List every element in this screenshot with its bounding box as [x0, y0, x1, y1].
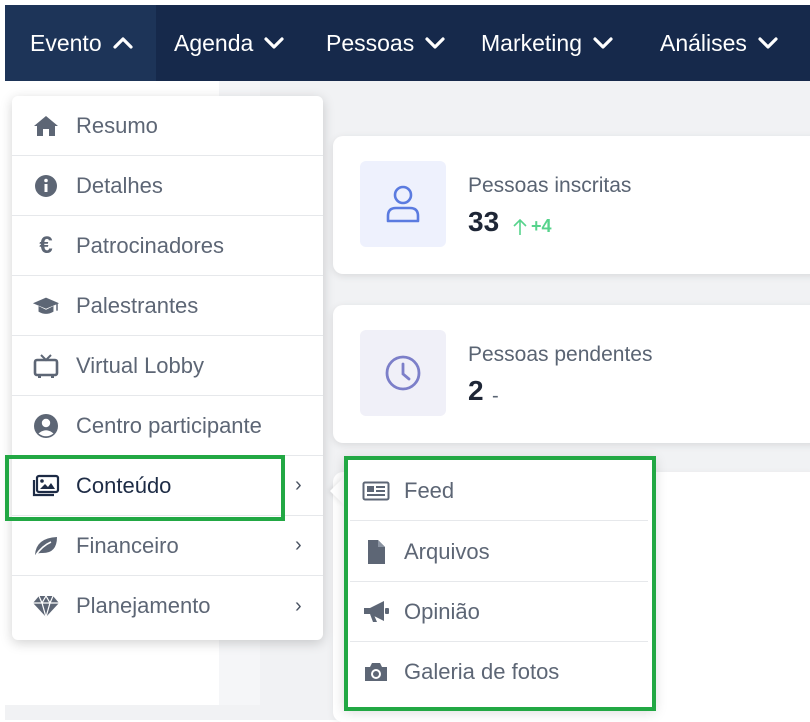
user-circle-icon: [32, 412, 60, 440]
menu-item-label: Centro participante: [76, 412, 262, 438]
nav-item-analises[interactable]: Análises: [660, 5, 779, 81]
nav-item-evento[interactable]: Evento: [5, 5, 156, 81]
menu-item-label: Financeiro: [76, 532, 179, 558]
info-icon: [32, 172, 60, 200]
menu-item-detalhes[interactable]: Detalhes: [12, 156, 323, 216]
chevron-down-icon: [758, 37, 778, 49]
menu-item-resumo[interactable]: Resumo: [12, 96, 323, 156]
stat-value: 33: [468, 206, 500, 237]
stat-icon-box: [360, 161, 446, 247]
chevron-up-icon: [113, 37, 133, 49]
chevron-down-icon: [264, 37, 284, 49]
menu-item-virtual-lobby[interactable]: Virtual Lobby: [12, 336, 323, 396]
stat-value: 2: [468, 375, 484, 406]
menu-item-palestrantes[interactable]: Palestrantes: [12, 276, 323, 336]
submenu-pointer: [330, 477, 344, 505]
stat-label: Pessoas inscritas: [468, 174, 632, 197]
arrow-up-icon: [513, 218, 527, 235]
chevron-down-icon: [593, 37, 613, 49]
home-icon: [32, 112, 60, 140]
stat-delta: +4: [513, 216, 552, 237]
clock-icon: [385, 355, 421, 391]
highlight-box-conteudo: [5, 455, 285, 521]
gem-icon: [32, 592, 60, 620]
nav-item-label: Marketing: [481, 29, 582, 56]
menu-item-label: Resumo: [76, 112, 158, 138]
stat-delta: -: [492, 385, 499, 407]
menu-item-centro-participante[interactable]: Centro participante: [12, 396, 323, 456]
tv-icon: [32, 352, 60, 380]
menu-item-label: Palestrantes: [76, 292, 199, 318]
euro-icon: €: [39, 231, 53, 259]
menu-item-planejamento[interactable]: Planejamento ›: [12, 576, 323, 636]
stat-card-pending: Pessoas pendentes 2 -: [333, 305, 810, 443]
chevron-right-icon: ›: [295, 594, 302, 617]
menu-item-label: Virtual Lobby: [76, 352, 205, 378]
menu-item-patrocinadores[interactable]: € Patrocinadores: [12, 216, 323, 276]
nav-item-label: Análises: [660, 29, 747, 56]
chevron-right-icon: ›: [295, 474, 302, 496]
evento-dropdown-menu: Resumo Detalhes € Patrocinadores Palestr…: [12, 96, 323, 640]
chevron-down-icon: [425, 37, 445, 49]
menu-item-label: Patrocinadores: [76, 232, 224, 258]
highlight-box-submenu: [344, 456, 656, 711]
user-icon: [386, 185, 420, 223]
stat-icon-box: [360, 330, 446, 416]
stat-card-registered: Pessoas inscritas 33 +4: [333, 136, 810, 274]
nav-item-marketing[interactable]: Marketing: [481, 5, 614, 81]
graduation-cap-icon: [32, 292, 60, 320]
menu-item-financeiro[interactable]: Financeiro ›: [12, 516, 323, 576]
nav-item-agenda[interactable]: Agenda: [174, 5, 285, 81]
menu-item-label: Planejamento: [76, 593, 211, 618]
leaf-icon: [32, 532, 60, 560]
stat-delta-value: +4: [531, 216, 552, 236]
nav-item-pessoas[interactable]: Pessoas: [326, 5, 446, 81]
stat-label: Pessoas pendentes: [468, 343, 653, 366]
nav-item-label: Pessoas: [326, 29, 415, 56]
nav-item-label: Evento: [30, 29, 102, 56]
menu-item-label: Detalhes: [76, 172, 163, 198]
chevron-right-icon: ›: [295, 534, 302, 556]
nav-item-label: Agenda: [174, 29, 254, 56]
top-navigation: Evento Agenda Pessoas Marketing Análises: [5, 5, 810, 81]
